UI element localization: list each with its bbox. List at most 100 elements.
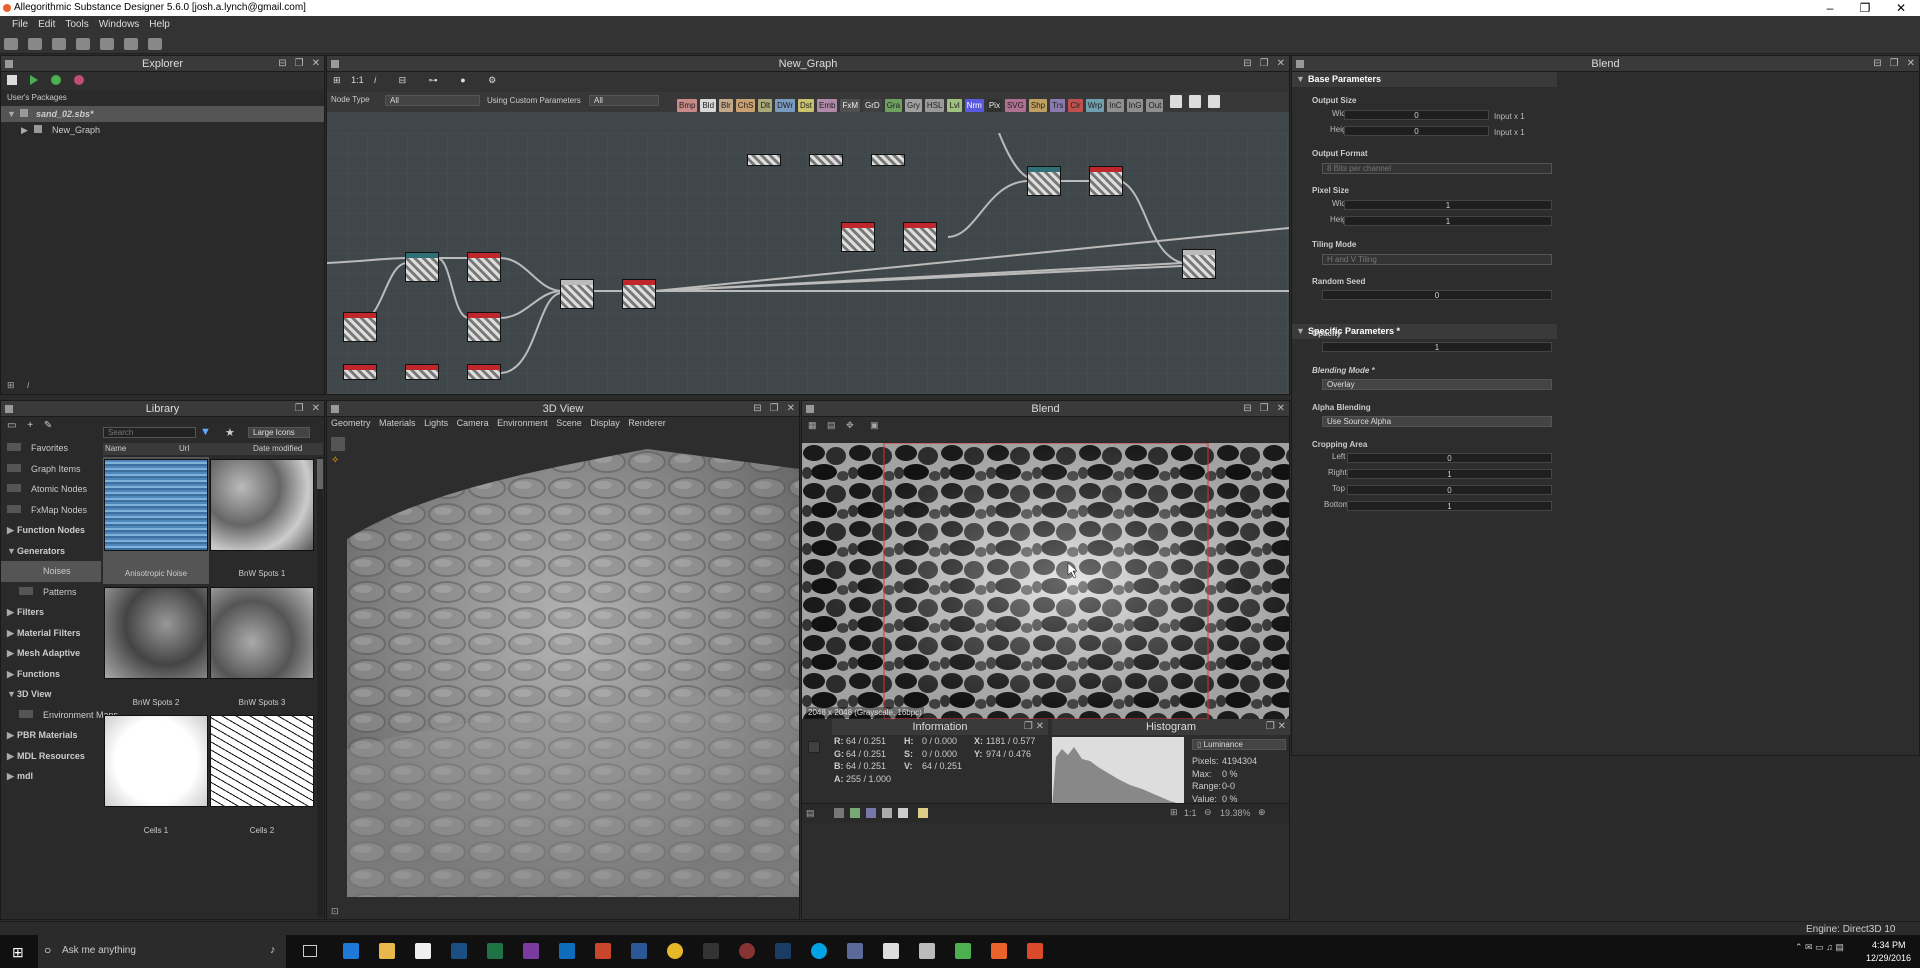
graph-node[interactable] [903,222,937,252]
crop-top-slider[interactable]: 0 [1347,485,1552,495]
excel-icon[interactable] [487,943,503,959]
pin-icon[interactable]: ⊟ [1873,58,1881,69]
onenote-icon[interactable] [523,943,539,959]
sphere-icon[interactable]: ● [460,75,465,85]
move-icon[interactable]: ✥ [846,420,854,430]
redo-icon[interactable] [148,38,163,50]
3d-viewport[interactable] [347,449,799,897]
zoom-level[interactable]: 19.38% [1220,808,1251,818]
graph-node[interactable] [343,312,377,342]
node-type-select[interactable]: All [385,95,480,106]
photos-icon[interactable] [883,943,899,959]
float-icon[interactable]: ❐ [1024,721,1033,732]
library-category-atomic-nodes[interactable]: Atomic Nodes [1,479,101,500]
node-filter-bld[interactable]: Bld [700,99,717,112]
color-mode-icon[interactable]: ▤ [806,808,815,819]
output-format-select[interactable]: 8 Bits per channel [1322,163,1552,174]
graph-node[interactable] [747,154,781,166]
node-filter-trs[interactable]: Trs [1050,99,1066,112]
close-icon[interactable]: ✕ [312,58,320,69]
graph-node[interactable] [560,279,594,309]
output-width-slider[interactable]: 0 [1344,110,1489,120]
menu-renderer[interactable]: Renderer [628,418,666,428]
graph-node[interactable] [1089,166,1123,196]
folder-icon[interactable]: ▭ [7,420,16,431]
graph-node[interactable] [467,252,501,282]
cells-1-thumbnail[interactable] [104,715,208,807]
node-filter-blr[interactable]: Blr [719,99,733,112]
channel-g-button[interactable] [850,808,860,818]
float-icon[interactable]: ❐ [770,403,779,414]
pin-icon[interactable]: ⊟ [753,403,761,414]
close-icon[interactable]: ✕ [1036,721,1044,732]
substance-designer-icon[interactable] [991,943,1007,959]
library-category-graph-items[interactable]: Graph Items [1,459,101,480]
library-category-mdl-resources[interactable]: ▶ MDL Resources [1,746,101,767]
2d-viewport[interactable] [802,443,1289,719]
library-category-fxmap-nodes[interactable]: FxMap Nodes [1,500,101,521]
node-filter-lvl[interactable]: Lvl [947,99,962,112]
node-filter-shp[interactable]: Shp [1028,99,1048,112]
open-icon[interactable] [52,38,67,50]
new-icon[interactable] [7,75,17,85]
opacity-slider[interactable]: 1 [1322,342,1552,352]
node-filter-pix[interactable]: Pix [986,99,1002,112]
channel-b-button[interactable] [866,808,876,818]
expand-arrow-icon[interactable]: ▼ [7,106,17,122]
edge-icon[interactable] [343,943,359,959]
menu-help[interactable]: Help [149,16,180,34]
publish-icon[interactable] [74,75,85,85]
graph-node[interactable] [1182,249,1216,279]
maximize-button[interactable]: ❐ [1850,0,1880,16]
menu-file[interactable]: File [12,16,38,34]
play-icon[interactable] [30,75,39,85]
crop-bottom-slider[interactable]: 1 [1347,501,1552,511]
graph-info-icon[interactable] [1208,95,1221,108]
blending-mode-select[interactable]: Overlay [1322,379,1552,390]
column-date[interactable]: Date modified [253,444,302,453]
library-category-mesh-adaptive[interactable]: ▶ Mesh Adaptive [1,643,101,664]
node-filter-ing[interactable]: InG [1126,99,1144,112]
base-parameters-header[interactable]: ▼ Base Parameters [1292,72,1557,87]
clock-time[interactable]: 4:34 PM [1872,940,1906,950]
node-filter-wrp[interactable]: Wrp [1085,99,1105,112]
powerpoint-icon[interactable] [595,943,611,959]
custom-params-select[interactable]: All [589,95,659,106]
graph-node[interactable] [405,252,439,282]
close-icon[interactable]: ✕ [1277,403,1285,414]
taskbar-search-input[interactable]: Ask me anything [62,945,136,956]
node-filter-inc[interactable]: InC [1107,99,1124,112]
library-category-patterns[interactable]: Patterns [1,582,101,603]
menu-environment[interactable]: Environment [497,418,548,428]
bnw-spots-3-thumbnail[interactable] [210,587,314,679]
recorder-icon[interactable] [739,943,755,959]
menu-geometry[interactable]: Geometry [331,418,371,428]
node-filter-emb[interactable]: Emb [817,99,838,112]
windows-start-icon[interactable]: ⊞ [12,944,24,961]
node-filter-gry[interactable]: Gry [905,99,922,112]
new-package-icon[interactable] [4,38,18,50]
graph-node[interactable] [841,222,875,252]
menu-scene[interactable]: Scene [556,418,582,428]
node-filter-dwr[interactable]: DWr [775,99,795,112]
substance-b2m-icon[interactable] [1027,943,1043,959]
refresh-icon[interactable] [51,75,62,85]
zoom-label[interactable]: 1:1 [351,75,364,85]
bnw-spots-2-thumbnail[interactable] [104,587,208,679]
close-icon[interactable]: ✕ [1907,58,1915,69]
node-filter-clr[interactable]: Clr [1068,99,1083,112]
library-category-3d-view[interactable]: ▼3D View [1,684,101,705]
histogram-channel-select[interactable]: ▯ Luminance [1192,739,1286,750]
library-search-input[interactable]: Search [103,427,196,438]
collapse-arrow-icon[interactable]: ▶ [21,122,31,138]
view-mode-select[interactable]: Large Icons [248,427,310,438]
library-category-functions[interactable]: ▶ Functions [1,664,101,685]
light-tool-icon[interactable]: ✧ [331,455,345,469]
graph-node[interactable] [809,154,843,166]
float-icon[interactable]: ❐ [295,403,304,414]
tray-icons[interactable]: ⌃ ✉ ▭ ♫ ▤ [1795,942,1844,953]
graph-node[interactable] [871,154,905,166]
menu-camera[interactable]: Camera [457,418,489,428]
anisotropic-noise-thumbnail[interactable] [104,459,208,551]
zoom-out-icon[interactable]: ⊖ [1204,807,1212,818]
